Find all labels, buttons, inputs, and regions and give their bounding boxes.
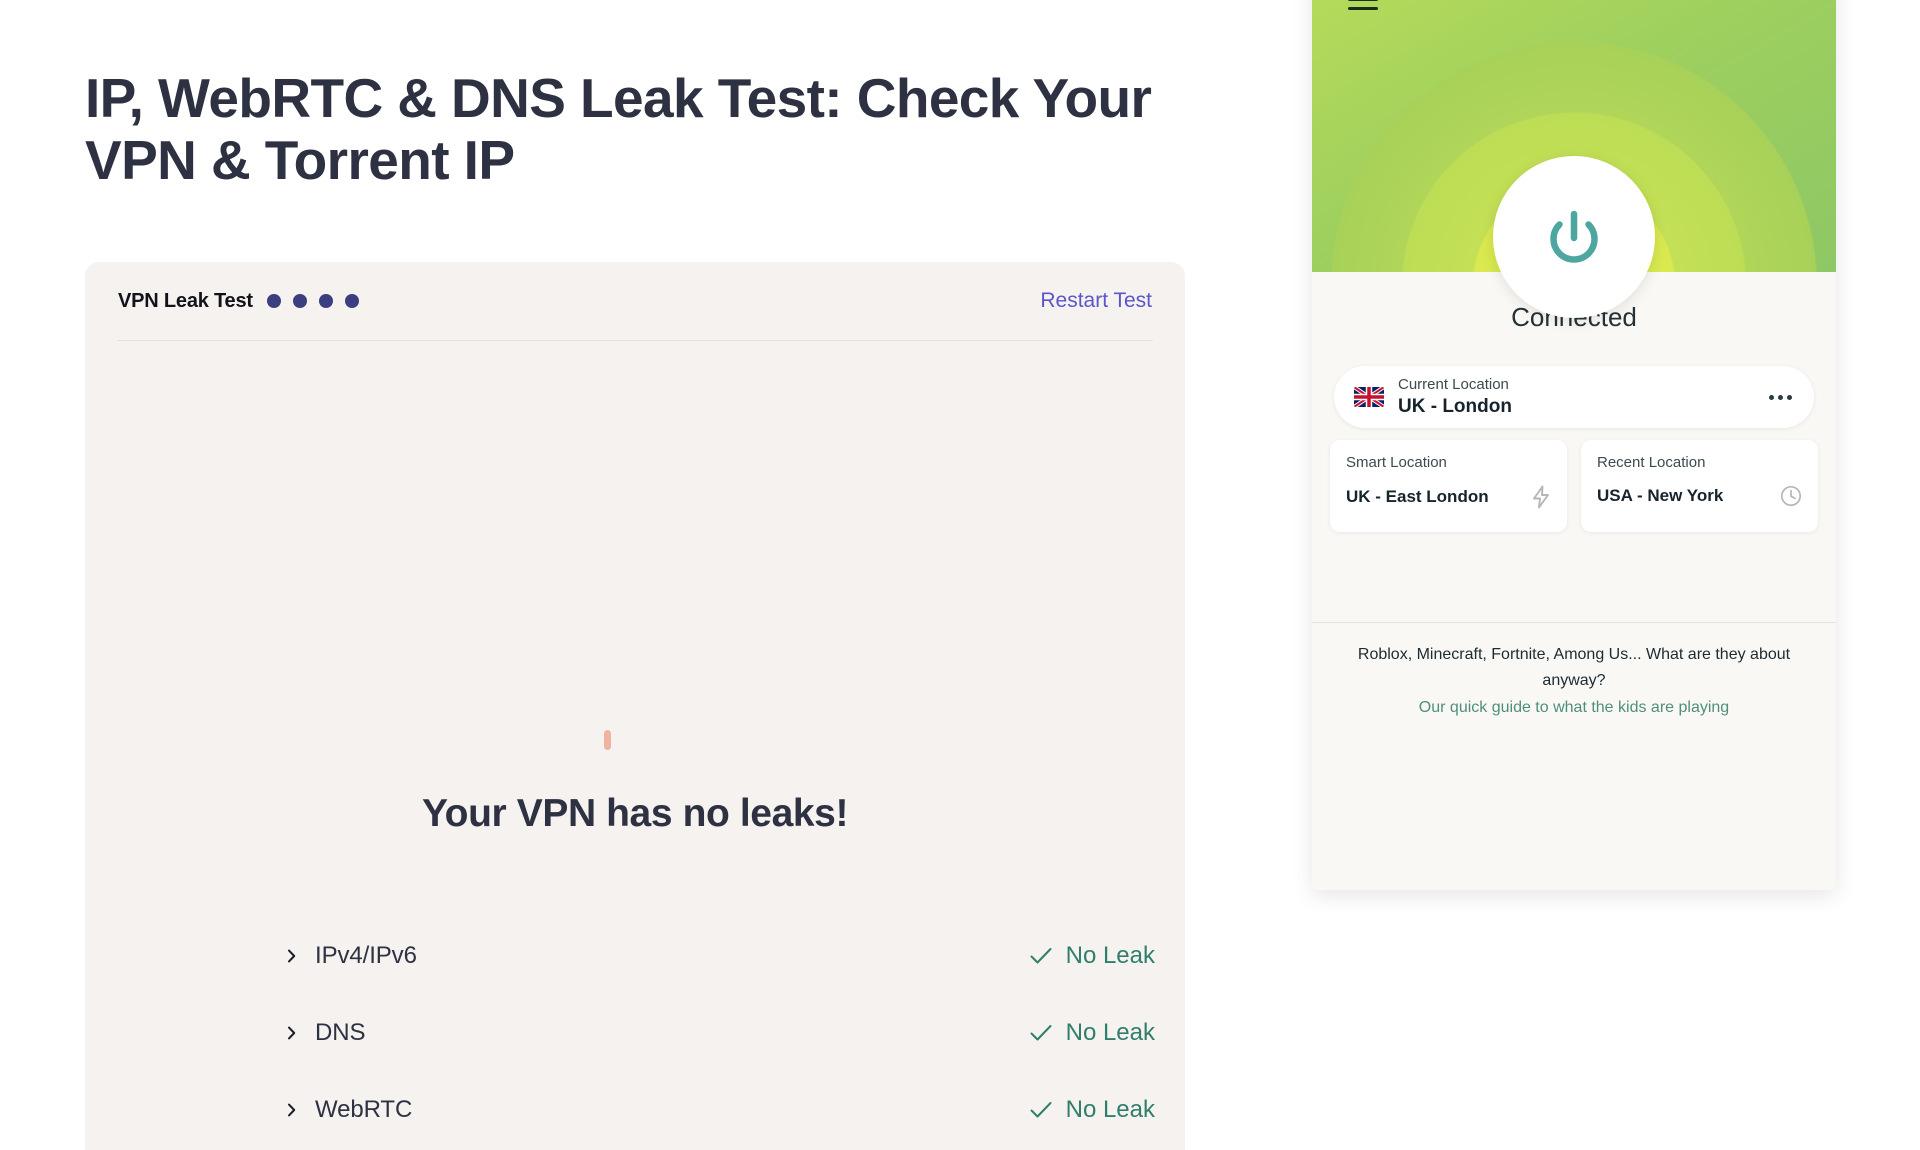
smart-location-row: UK - East London bbox=[1346, 485, 1551, 509]
hamburger-menu-icon[interactable] bbox=[1348, 0, 1378, 10]
status-label: No Leak bbox=[1065, 1095, 1155, 1123]
page-root: IP, WebRTC & DNS Leak Test: Check Your V… bbox=[0, 0, 1920, 1150]
leak-test-header: VPN Leak Test Restart Test bbox=[113, 262, 1157, 340]
leak-test-title: VPN Leak Test bbox=[118, 289, 253, 312]
current-location-caption: Current Location bbox=[1398, 375, 1509, 393]
table-row[interactable]: IPv4/IPv6 No Leak bbox=[285, 917, 1155, 994]
footer-promo-text: Roblox, Minecraft, Fortnite, Among Us...… bbox=[1357, 646, 1791, 689]
test-label: DNS bbox=[315, 1018, 366, 1046]
progress-dot bbox=[266, 294, 281, 308]
vpn-panel-footer: Roblox, Minecraft, Fortnite, Among Us...… bbox=[1336, 642, 1812, 717]
smart-location-card[interactable]: Smart Location UK - East London bbox=[1330, 440, 1567, 532]
chevron-right-icon bbox=[285, 1103, 299, 1117]
power-button[interactable] bbox=[1493, 156, 1655, 318]
check-icon bbox=[1030, 947, 1052, 965]
progress-dot bbox=[344, 294, 359, 308]
restart-test-button[interactable]: Restart Test bbox=[1040, 289, 1152, 313]
leak-test-rows: IPv4/IPv6 No Leak DNS No Leak WebRTC No … bbox=[285, 917, 1155, 1150]
loading-indicator bbox=[604, 730, 611, 750]
vpn-app-panel: Connected Current Location UK - London bbox=[1312, 0, 1836, 890]
uk-flag-icon bbox=[1354, 387, 1384, 407]
check-icon bbox=[1030, 1101, 1052, 1119]
current-location-value: UK - London bbox=[1398, 395, 1512, 417]
lightning-bolt-icon bbox=[1531, 485, 1551, 509]
current-location-text: Current Location UK - London bbox=[1398, 376, 1769, 419]
status-badge: No Leak bbox=[1030, 1019, 1155, 1047]
status-badge: No Leak bbox=[1030, 1096, 1155, 1124]
recent-location-card[interactable]: Recent Location USA - New York bbox=[1581, 440, 1818, 532]
leak-test-header-left: VPN Leak Test bbox=[118, 290, 359, 313]
leak-result-headline: Your VPN has no leaks! bbox=[421, 792, 849, 835]
vpn-leak-test-card: VPN Leak Test Restart Test Your VPN has … bbox=[85, 262, 1185, 1150]
panel-divider bbox=[1312, 622, 1836, 623]
chevron-right-icon bbox=[285, 949, 299, 963]
ellipsis-icon[interactable] bbox=[1769, 394, 1792, 400]
status-label: No Leak bbox=[1065, 1018, 1155, 1046]
status-label: No Leak bbox=[1065, 941, 1155, 969]
current-location-card[interactable]: Current Location UK - London bbox=[1334, 366, 1814, 428]
test-label: WebRTC bbox=[315, 1095, 413, 1123]
table-row[interactable]: WebRTC No Leak bbox=[285, 1071, 1155, 1148]
progress-dots bbox=[266, 294, 359, 308]
table-row[interactable]: DNS No Leak bbox=[285, 994, 1155, 1071]
recent-location-value: USA - New York bbox=[1597, 486, 1724, 505]
power-icon bbox=[1537, 200, 1611, 274]
recent-location-row: USA - New York bbox=[1597, 485, 1802, 507]
clock-icon bbox=[1780, 485, 1802, 507]
quick-locations: Smart Location UK - East London Recent L… bbox=[1330, 440, 1818, 532]
row-left: WebRTC bbox=[285, 1096, 412, 1124]
recent-location-title: Recent Location bbox=[1597, 454, 1706, 471]
status-badge: No Leak bbox=[1030, 942, 1155, 970]
chevron-right-icon bbox=[285, 1026, 299, 1040]
test-label: IPv4/IPv6 bbox=[315, 941, 417, 969]
row-left: IPv4/IPv6 bbox=[285, 942, 417, 970]
page-title: IP, WebRTC & DNS Leak Test: Check Your V… bbox=[85, 67, 1152, 191]
row-left: DNS bbox=[285, 1019, 365, 1047]
smart-location-value: UK - East London bbox=[1346, 487, 1489, 506]
progress-dot bbox=[292, 294, 307, 308]
header-divider bbox=[117, 340, 1153, 341]
footer-promo-link[interactable]: Our quick guide to what the kids are pla… bbox=[1419, 699, 1729, 717]
check-icon bbox=[1030, 1024, 1052, 1042]
smart-location-title: Smart Location bbox=[1346, 454, 1447, 471]
article-header: IP, WebRTC & DNS Leak Test: Check Your V… bbox=[85, 0, 1190, 191]
progress-dot bbox=[318, 294, 333, 308]
